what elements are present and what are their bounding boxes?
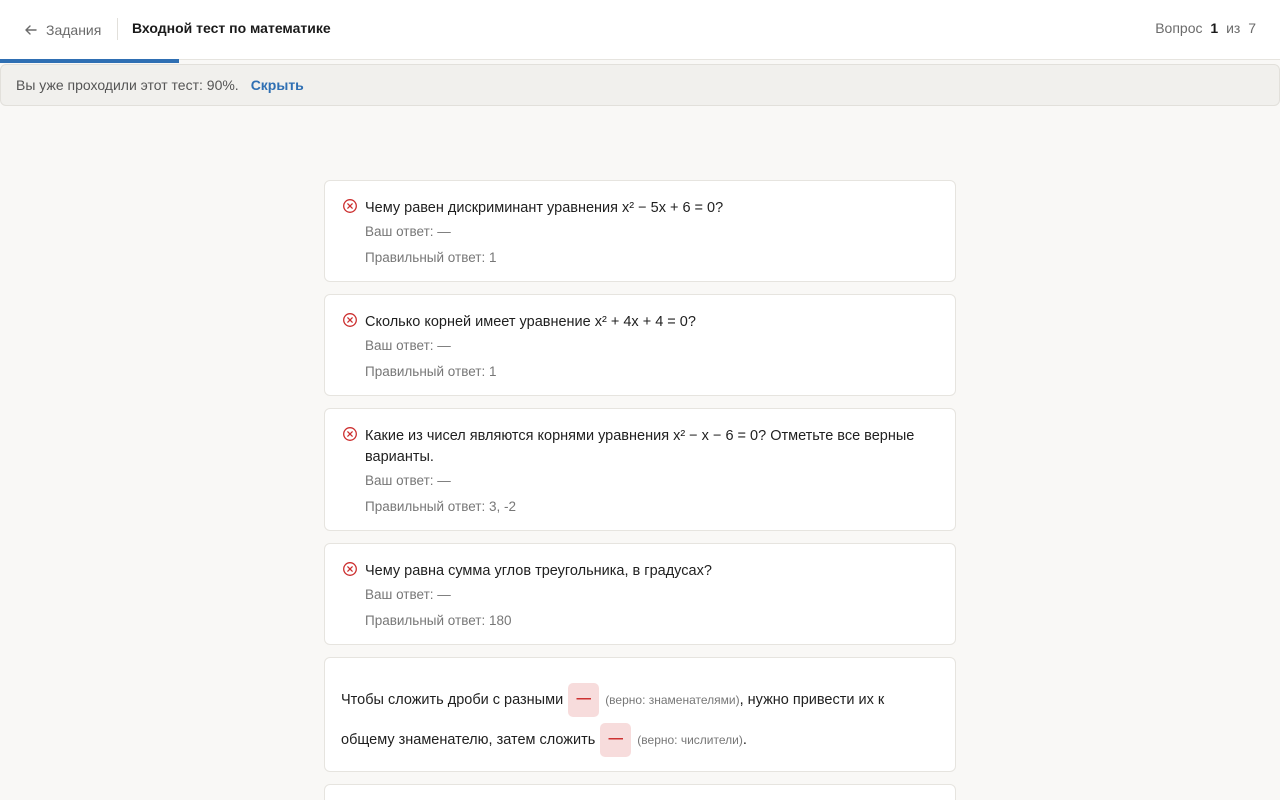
incorrect-icon [343, 562, 357, 576]
correct-answer: Правильный ответ: 180 [365, 613, 512, 628]
page-title: Входной тест по математике [132, 20, 331, 36]
progress-fill [0, 59, 180, 63]
notice-text: Вы уже проходили этот тест: 90%. [16, 77, 239, 93]
back-label: Задания [46, 22, 102, 38]
counter-separator: из [1226, 20, 1241, 36]
counter-prefix: Вопрос [1155, 20, 1203, 36]
blank-answer-1: — [568, 683, 600, 718]
question-card: Чему равна сумма углов треугольника, в г… [324, 543, 956, 645]
question-text: Сколько корней имеет уравнение x² + 4x +… [365, 314, 696, 330]
incorrect-icon [343, 199, 357, 213]
fill-in-part-1: Чтобы сложить дроби с разными [341, 692, 564, 708]
back-to-tasks-link[interactable]: Задания [24, 19, 101, 41]
correct-answer: Правильный ответ: 3, -2 [365, 499, 516, 514]
your-answer: Ваш ответ: — [365, 473, 451, 488]
question-card [324, 784, 956, 800]
counter-current: 1 [1210, 20, 1219, 36]
question-card: Какие из чисел являются корнями уравнени… [324, 408, 956, 531]
incorrect-icon [343, 427, 357, 441]
your-answer: Ваш ответ: — [365, 224, 451, 239]
blank-answer-2: — [600, 723, 632, 758]
question-counter: Вопрос 1 из 7 [1155, 20, 1256, 36]
fill-in-part-3: . [742, 732, 747, 748]
your-answer: Ваш ответ: — [365, 587, 451, 602]
fill-in-text: Чтобы сложить дроби с разными — (верно: зн… [341, 680, 939, 760]
arrow-left-icon [25, 25, 37, 35]
previous-attempt-notice: Вы уже проходили этот тест: 90%. Скрыть [0, 64, 1280, 106]
question-text: Чему равен дискриминант уравнения x² − 5… [365, 200, 724, 216]
your-answer: Ваш ответ: — [365, 338, 451, 353]
question-text: Чему равна сумма углов треугольника, в г… [365, 563, 712, 579]
top-header: Задания Входной тест по математике Вопро… [0, 0, 1280, 63]
question-card: Чему равен дискриминант уравнения x² − 5… [324, 180, 956, 282]
correct-hint-2: (верно: числители) [637, 733, 743, 747]
incorrect-icon [343, 313, 357, 327]
hide-notice-link[interactable]: Скрыть [251, 77, 304, 93]
question-card: Сколько корней имеет уравнение x² + 4x +… [324, 294, 956, 396]
correct-answer: Правильный ответ: 1 [365, 364, 497, 379]
correct-hint-1: (верно: знаменателями) [605, 693, 740, 707]
fill-in-card: Чтобы сложить дроби с разными — (верно: зн… [324, 657, 956, 772]
question-text: Какие из чисел являются корнями уравнени… [365, 428, 915, 465]
correct-answer: Правильный ответ: 1 [365, 250, 497, 265]
progress-track [0, 59, 1280, 63]
header-divider [117, 18, 118, 40]
counter-total: 7 [1248, 20, 1256, 36]
